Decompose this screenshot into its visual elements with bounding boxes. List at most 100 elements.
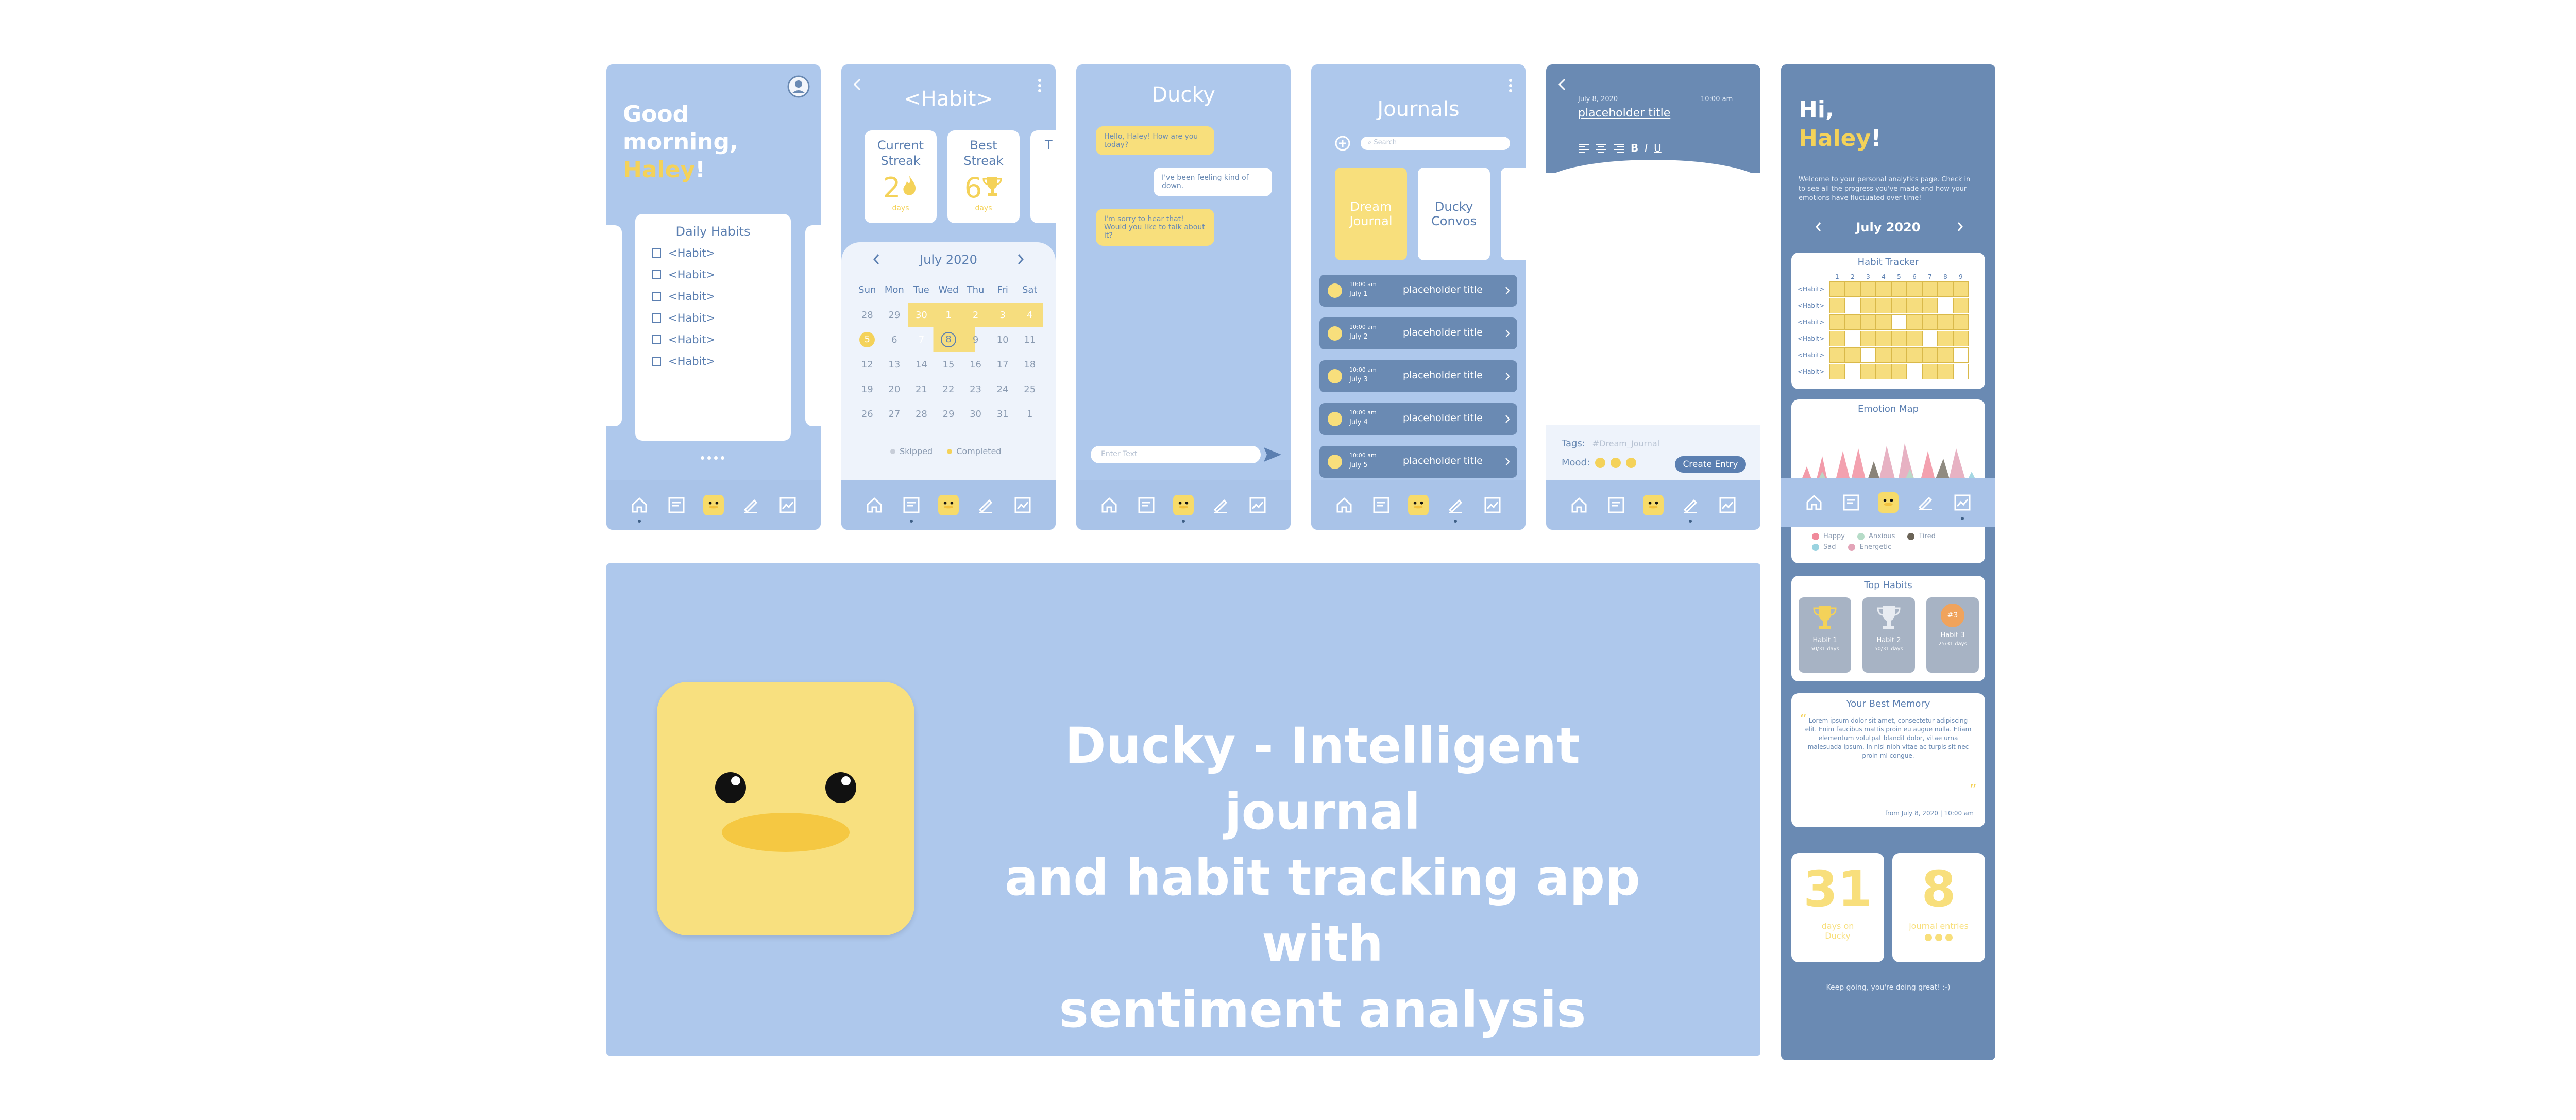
journal-card-dream[interactable]: Dream Journal	[1335, 168, 1407, 260]
calendar-day[interactable]: 14	[908, 359, 935, 370]
duck-icon[interactable]	[703, 495, 724, 515]
calendar-day[interactable]: 27	[881, 409, 908, 420]
calendar-day[interactable]: 5	[859, 332, 875, 347]
pen-icon[interactable]	[975, 495, 996, 515]
journal-entry-row[interactable]: 10:00 am July 2 placeholder title	[1319, 317, 1517, 349]
home-icon[interactable]	[1334, 495, 1354, 515]
calendar-day[interactable]: 11	[1016, 335, 1043, 345]
habit-checkbox-row[interactable]: <Habit>	[652, 247, 779, 259]
chat-input[interactable]: Enter Text	[1091, 446, 1261, 463]
calendar-day[interactable]: 25	[1016, 384, 1043, 395]
calendar-day[interactable]: 9	[962, 335, 989, 345]
calendar-day[interactable]: 18	[1016, 359, 1043, 370]
stats-icon[interactable]	[1606, 495, 1626, 515]
calendar-day[interactable]: 4	[1016, 310, 1043, 321]
top-habit-card[interactable]: Habit 2 50/31 days	[1862, 597, 1915, 673]
profile-icon[interactable]	[787, 75, 810, 98]
calendar-day[interactable]: 12	[854, 359, 881, 370]
journal-entry-row[interactable]: 10:00 am July 3 placeholder title	[1319, 360, 1517, 392]
stats-icon[interactable]	[1136, 495, 1157, 515]
journal-card-peek[interactable]	[1501, 168, 1526, 260]
calendar-day[interactable]: 28	[908, 409, 935, 420]
align-right-icon[interactable]	[1613, 143, 1624, 153]
journal-entry-row[interactable]: 10:00 am July 1 placeholder title	[1319, 275, 1517, 307]
pen-icon[interactable]	[740, 495, 761, 515]
checkbox[interactable]	[652, 270, 661, 279]
home-icon[interactable]	[1569, 495, 1589, 515]
chart-icon[interactable]	[1717, 495, 1738, 515]
calendar-day[interactable]: 19	[854, 384, 881, 395]
pen-icon[interactable]	[1915, 492, 1936, 513]
bold-button[interactable]: B	[1631, 142, 1638, 154]
stats-icon[interactable]	[666, 495, 687, 515]
send-icon[interactable]	[1263, 446, 1282, 465]
calendar-day[interactable]: 2	[962, 310, 989, 321]
entry-body[interactable]	[1546, 186, 1760, 423]
stats-icon[interactable]	[1371, 495, 1392, 515]
next-month-icon[interactable]	[1956, 222, 1963, 234]
align-left-icon[interactable]	[1578, 143, 1589, 153]
calendar-day[interactable]: 29	[881, 310, 908, 321]
top-habit-card[interactable]: #3 Habit 3 25/31 days	[1926, 597, 1979, 673]
calendar-day[interactable]: 29	[935, 409, 962, 420]
calendar-day[interactable]: 16	[962, 359, 989, 370]
underline-button[interactable]: U	[1654, 142, 1662, 154]
journal-entry-row[interactable]: 10:00 am July 5 placeholder title	[1319, 446, 1517, 478]
pen-icon[interactable]	[1210, 495, 1231, 515]
next-month-icon[interactable]	[1016, 254, 1025, 267]
add-journal-button[interactable]	[1335, 136, 1350, 153]
pen-icon[interactable]	[1680, 495, 1701, 523]
top-habit-card[interactable]: Habit 1 50/31 days	[1799, 597, 1851, 673]
habit-checkbox-row[interactable]: <Habit>	[652, 312, 779, 324]
more-dots-icon[interactable]	[1508, 78, 1513, 95]
tags-input[interactable]: #Dream_Journal	[1592, 439, 1660, 448]
calendar-day[interactable]: 23	[962, 384, 989, 395]
calendar-day[interactable]: 10	[989, 335, 1016, 345]
chart-icon[interactable]	[1247, 495, 1268, 515]
calendar-day[interactable]: 15	[935, 359, 962, 370]
chart-icon[interactable]	[1952, 492, 1973, 520]
align-center-icon[interactable]	[1596, 143, 1607, 153]
calendar-day[interactable]: 22	[935, 384, 962, 395]
home-icon[interactable]	[1099, 495, 1120, 515]
chart-icon[interactable]	[777, 495, 798, 515]
home-icon[interactable]	[629, 495, 650, 523]
duck-icon[interactable]	[1878, 492, 1899, 513]
home-icon[interactable]	[864, 495, 885, 515]
calendar-day[interactable]: 20	[881, 384, 908, 395]
calendar-day[interactable]: 17	[989, 359, 1016, 370]
calendar-day[interactable]: 13	[881, 359, 908, 370]
calendar-day[interactable]: 7	[908, 335, 935, 345]
italic-button[interactable]: I	[1645, 142, 1648, 154]
checkbox[interactable]	[652, 248, 661, 258]
calendar-day[interactable]: 8	[940, 332, 956, 347]
mood-sad-icon[interactable]	[1626, 457, 1637, 468]
calendar-day[interactable]: 1	[935, 310, 962, 321]
calendar-day[interactable]: 24	[989, 384, 1016, 395]
calendar-day[interactable]: 26	[854, 409, 881, 420]
journal-entry-row[interactable]: 10:00 am July 4 placeholder title	[1319, 403, 1517, 435]
calendar-day[interactable]: 30	[908, 310, 935, 321]
home-icon[interactable]	[1804, 492, 1824, 513]
calendar-day[interactable]: 28	[854, 310, 881, 321]
habit-checkbox-row[interactable]: <Habit>	[652, 290, 779, 303]
pen-icon[interactable]	[1445, 495, 1466, 523]
checkbox[interactable]	[652, 335, 661, 344]
checkbox[interactable]	[652, 313, 661, 323]
habit-checkbox-row[interactable]: <Habit>	[652, 355, 779, 367]
calendar-day[interactable]: 21	[908, 384, 935, 395]
habit-checkbox-row[interactable]: <Habit>	[652, 333, 779, 346]
stats-icon[interactable]	[1841, 492, 1861, 513]
checkbox[interactable]	[652, 357, 661, 366]
calendar-day[interactable]: 1	[1016, 409, 1043, 420]
stats-icon[interactable]	[901, 495, 922, 523]
prev-card-peek[interactable]	[606, 225, 622, 426]
calendar-day[interactable]: 31	[989, 409, 1016, 420]
calendar-day[interactable]: 30	[962, 409, 989, 420]
duck-icon[interactable]	[1643, 495, 1664, 515]
duck-icon[interactable]	[1173, 495, 1194, 523]
third-stat-card[interactable]: T	[1030, 130, 1056, 223]
calendar-day[interactable]: 6	[881, 335, 908, 345]
checkbox[interactable]	[652, 292, 661, 301]
duck-icon[interactable]	[938, 495, 959, 515]
